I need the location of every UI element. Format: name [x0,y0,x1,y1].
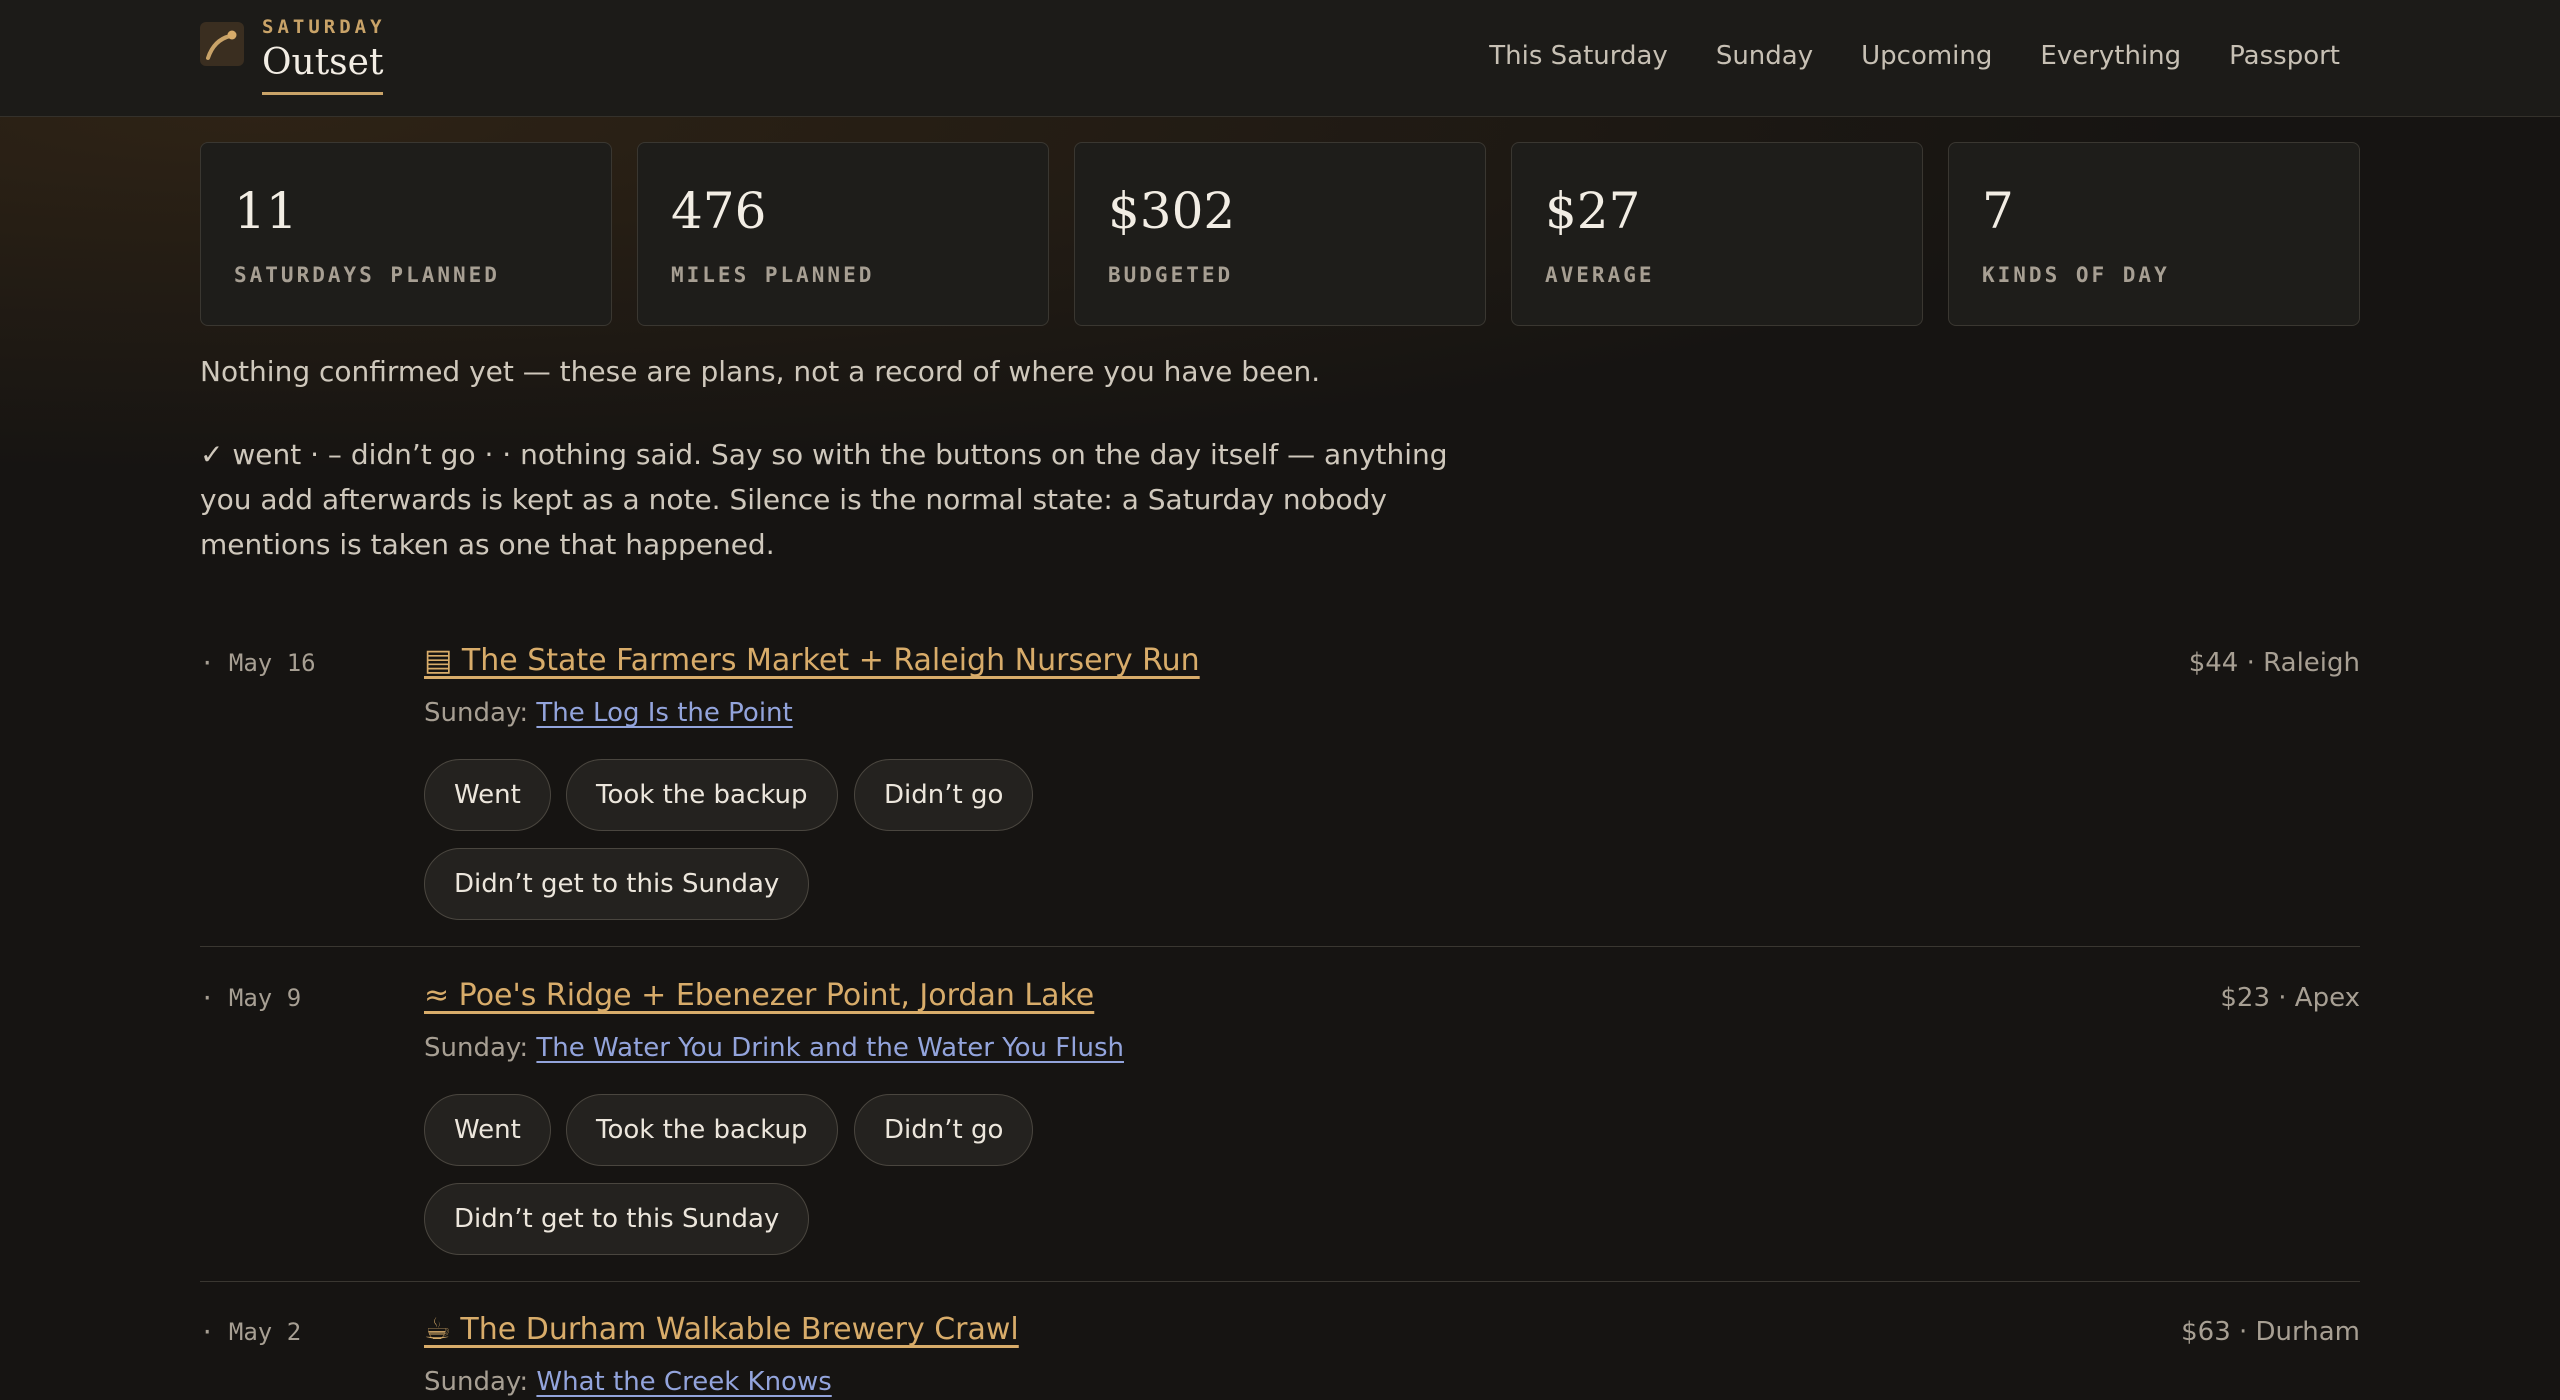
stat-value: $27 [1545,182,1641,240]
status-note: Nothing confirmed yet — these are plans,… [200,355,1321,388]
entry-date: · May 9 [200,984,302,1012]
didnt-go-button[interactable]: Didn’t go [854,759,1034,831]
stat-label: BUDGETED [1108,263,1234,287]
stat-label: SATURDAYS PLANNED [234,263,500,287]
stat-card-kinds: 7 KINDS OF DAY [1948,142,2360,326]
sunday-line: Sunday: The Water You Drink and the Wate… [424,1030,1124,1066]
stat-card-miles: 476 MILES PLANNED [637,142,1049,326]
nav-upcoming[interactable]: Upcoming [1861,38,1992,74]
sunday-link[interactable]: The Water You Drink and the Water You Fl… [536,1033,1124,1063]
list-item: · May 9 ≈ Poe's Ridge + Ebenezer Point, … [200,978,2360,1282]
went-button[interactable]: Went [424,759,551,831]
entry-date: · May 2 [200,1318,302,1346]
sunday-line: Sunday: The Log Is the Point [424,695,793,731]
took-backup-button[interactable]: Took the backup [566,1094,838,1166]
stats-row: 11 SATURDAYS PLANNED 476 MILES PLANNED $… [200,142,2360,326]
top-bar: SATURDAY Outset This Saturday Sunday Upc… [0,0,2560,117]
entry-title-link[interactable]: ☕ The Durham Walkable Brewery Crawl [424,1312,1019,1352]
stat-value: 476 [671,182,767,240]
sunday-link[interactable]: What the Creek Knows [536,1367,831,1397]
didnt-get-sunday-button[interactable]: Didn’t get to this Sunday [424,848,810,920]
sunday-line: Sunday: What the Creek Knows [424,1364,832,1400]
didnt-get-sunday-button[interactable]: Didn’t get to this Sunday [424,1183,810,1255]
brand-name[interactable]: Outset [262,40,384,95]
stat-value: 7 [1982,182,2014,240]
list-item: · May 2 ☕ The Durham Walkable Brewery Cr… [200,1312,2360,1400]
list-item: · May 16 ▤ The State Farmers Market + Ra… [200,643,2360,947]
entry-meta: $44 · Raleigh [2188,648,2360,678]
stat-label: KINDS OF DAY [1982,263,2170,287]
nav-sunday[interactable]: Sunday [1716,38,1813,74]
stat-card-average: $27 AVERAGE [1511,142,1923,326]
stat-value: 11 [234,182,298,240]
stat-card-saturdays: 11 SATURDAYS PLANNED [200,142,612,326]
stat-value: $302 [1108,182,1236,240]
nav-this-saturday[interactable]: This Saturday [1489,38,1668,74]
nav-passport[interactable]: Passport [2229,38,2340,74]
entry-meta: $63 · Durham [2181,1317,2360,1347]
entry-title-link[interactable]: ≈ Poe's Ridge + Ebenezer Point, Jordan L… [424,974,1094,1018]
entry-meta: $23 · Apex [2220,983,2360,1013]
sunday-label: Sunday: [424,1367,529,1397]
brand-kicker: SATURDAY [262,16,386,38]
entry-title-link[interactable]: ▤ The State Farmers Market + Raleigh Nur… [424,639,1200,683]
sunday-label: Sunday: [424,1033,529,1063]
stat-card-budgeted: $302 BUDGETED [1074,142,1486,326]
didnt-go-button[interactable]: Didn’t go [854,1094,1034,1166]
main-nav: This Saturday Sunday Upcoming Everything… [1489,38,2340,74]
sunday-label: Sunday: [424,698,529,728]
entry-date: · May 16 [200,649,316,677]
took-backup-button[interactable]: Took the backup [566,759,838,831]
logo-icon[interactable] [200,22,244,66]
stat-label: MILES PLANNED [671,263,875,287]
went-button[interactable]: Went [424,1094,551,1166]
stat-label: AVERAGE [1545,263,1655,287]
sunday-link[interactable]: The Log Is the Point [536,698,792,728]
legend-note: ✓ went · – didn’t go · · nothing said. S… [200,438,1448,561]
nav-everything[interactable]: Everything [2040,38,2181,74]
